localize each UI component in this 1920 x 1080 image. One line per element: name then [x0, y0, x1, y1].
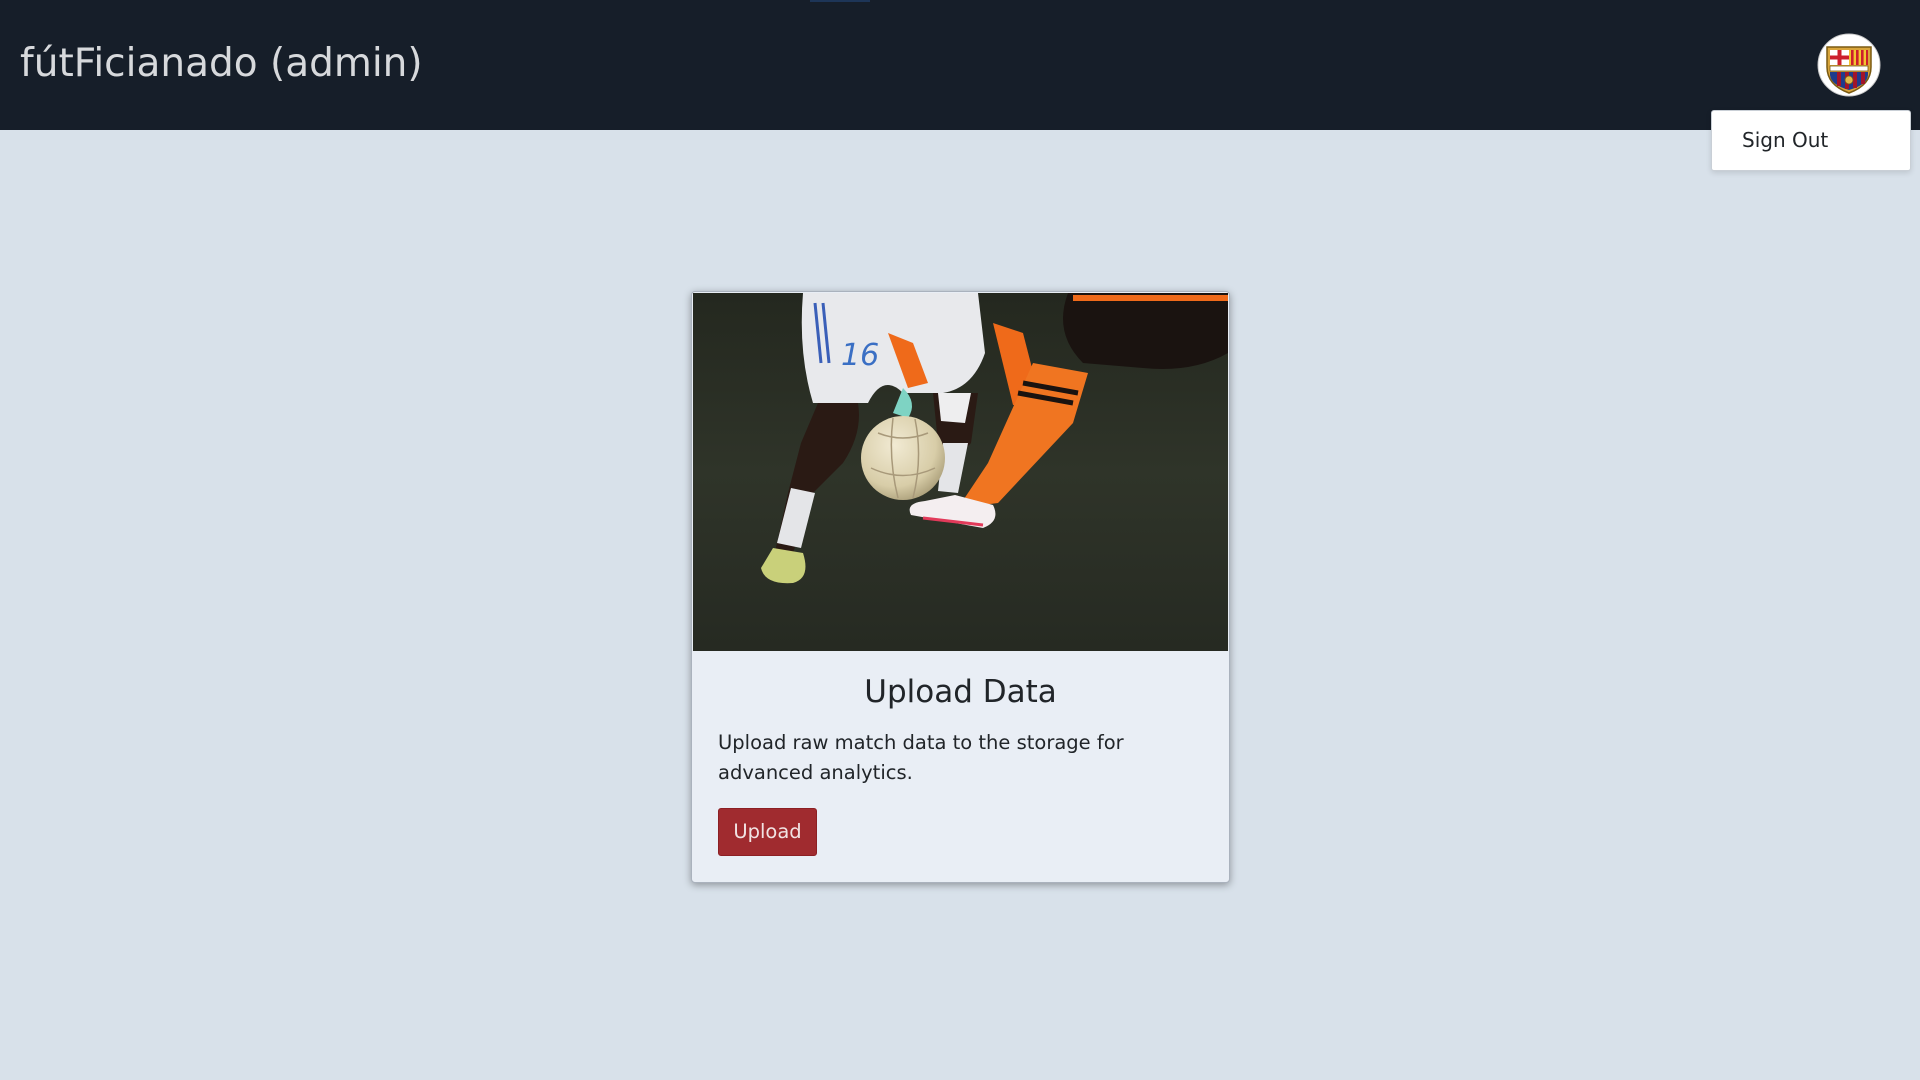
app-title[interactable]: fútFicianado (admin): [20, 40, 423, 88]
card-description: Upload raw match data to the storage for…: [718, 731, 1124, 784]
card-title: Upload Data: [864, 674, 1057, 710]
sign-out-menu-item[interactable]: Sign Out: [1712, 111, 1910, 170]
fc-barcelona-crest-icon[interactable]: [1817, 33, 1881, 97]
navbar-accent: [810, 0, 870, 2]
user-dropdown-menu: Sign Out: [1711, 110, 1911, 171]
upload-data-card: 16 Upload Data Upload raw match data to …: [691, 291, 1230, 883]
svg-text:16: 16: [841, 338, 879, 373]
upload-button[interactable]: Upload: [718, 808, 817, 856]
top-navbar: fútFicianado (admin): [0, 0, 1920, 130]
soccer-players-photo: 16: [693, 293, 1228, 651]
